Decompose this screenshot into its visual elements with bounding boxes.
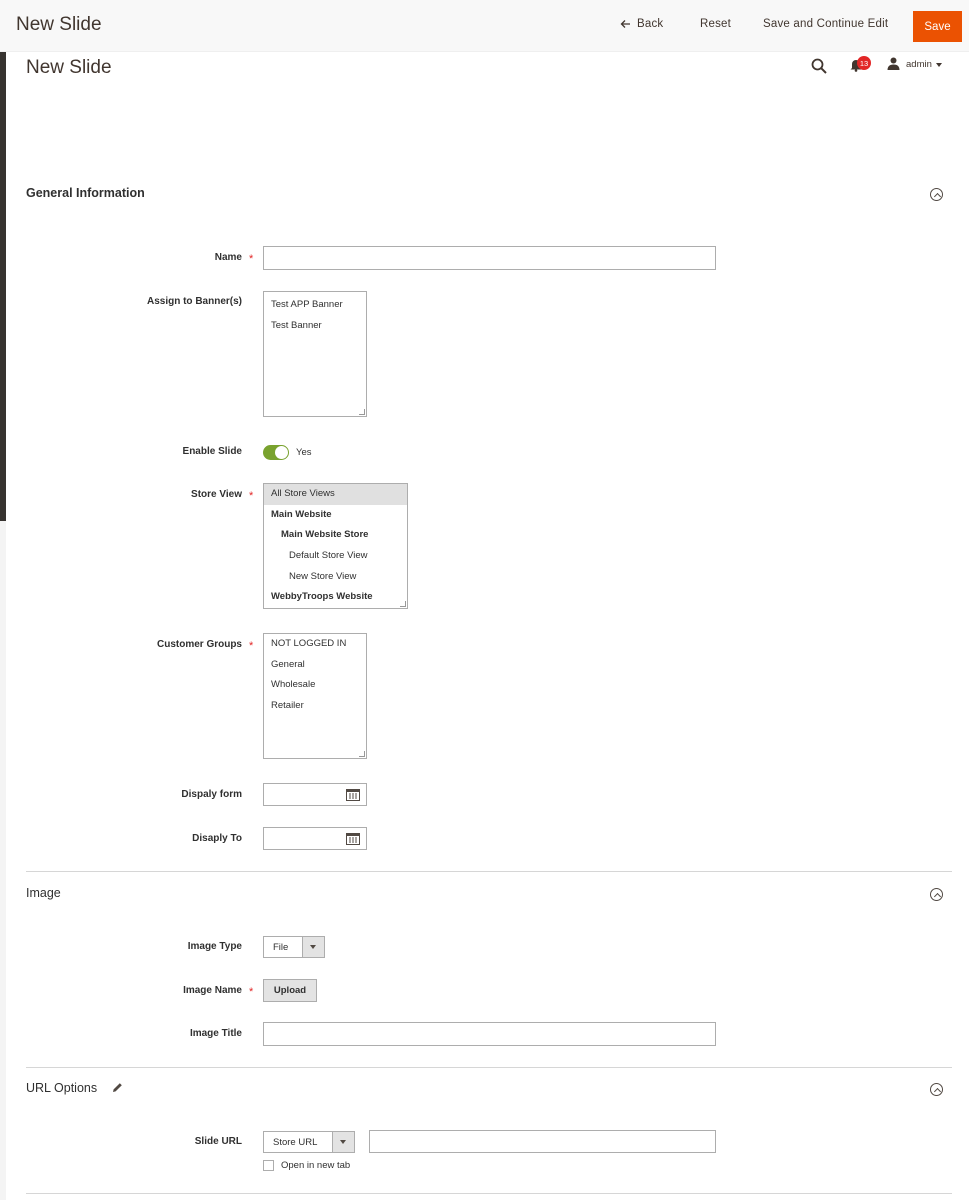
open-new-tab-checkbox[interactable] [263, 1160, 274, 1171]
section-divider [26, 871, 952, 872]
section-divider [26, 1067, 952, 1068]
calendar-icon[interactable] [346, 788, 360, 801]
slide-url-label: Slide URL [194, 1136, 242, 1147]
chevron-down-icon [936, 63, 942, 67]
image-title-label: Image Title [189, 1028, 242, 1039]
name-label: Name [214, 252, 242, 263]
store-view-option[interactable]: Default Store View [264, 546, 407, 567]
display-from-input[interactable] [263, 783, 367, 806]
section-divider [26, 1193, 952, 1194]
arrow-left-icon [620, 20, 630, 28]
save-and-continue-button[interactable]: Save and Continue Edit [763, 18, 888, 30]
banner-option[interactable]: Test Banner [264, 316, 366, 337]
search-icon[interactable] [810, 57, 828, 75]
enable-slide-toggle[interactable] [263, 445, 289, 460]
url-type-select[interactable]: Store URL [263, 1131, 355, 1153]
customer-groups-multiselect[interactable]: NOT LOGGED IN General Wholesale Retailer [263, 633, 367, 759]
image-type-label: Image Type [187, 941, 242, 952]
save-button[interactable]: Save [913, 11, 962, 42]
left-admin-strip [0, 0, 6, 521]
slide-url-input[interactable] [369, 1130, 716, 1153]
customer-group-option[interactable]: Retailer [264, 696, 366, 717]
required-marker: * [249, 490, 254, 502]
store-view-option[interactable]: Main Website Store [264, 525, 407, 546]
banners-label: Assign to Banner(s) [146, 296, 242, 307]
banners-multiselect[interactable]: Test APP Banner Test Banner [263, 291, 367, 417]
display-from-label: Dispaly form [181, 789, 242, 800]
general-information-title[interactable]: General Information [26, 186, 145, 200]
store-view-option[interactable]: New Store View [264, 567, 407, 588]
user-menu[interactable]: admin [906, 59, 932, 70]
left-strip-light [0, 521, 6, 1200]
upload-button[interactable]: Upload [263, 979, 317, 1002]
open-new-tab-label[interactable]: Open in new tab [281, 1160, 350, 1171]
chevron-down-icon [302, 937, 324, 957]
display-to-input[interactable] [263, 827, 367, 850]
image-section-title[interactable]: Image [26, 886, 61, 900]
back-label: Back [637, 18, 664, 30]
required-marker: * [249, 640, 254, 652]
customer-group-option[interactable]: NOT LOGGED IN [264, 634, 366, 655]
notification-count-badge: 13 [857, 56, 871, 70]
display-to-label: Disaply To [192, 833, 242, 844]
banner-option[interactable]: Test APP Banner [264, 295, 366, 316]
resize-grip-icon[interactable] [400, 601, 406, 607]
required-marker: * [249, 253, 254, 265]
customer-group-option[interactable]: General [264, 655, 366, 676]
enable-slide-value: Yes [296, 447, 312, 458]
required-marker: * [249, 986, 254, 998]
user-icon[interactable] [887, 57, 900, 70]
sticky-header: New Slide Back Reset Save and Continue E… [0, 0, 969, 52]
pencil-icon[interactable] [112, 1082, 123, 1093]
customer-group-option[interactable]: Wholesale [264, 675, 366, 696]
customer-groups-label: Customer Groups [156, 639, 242, 650]
resize-grip-icon[interactable] [359, 409, 365, 415]
collapse-general-icon[interactable] [930, 188, 943, 201]
store-view-option[interactable]: WebbyTroops Website [264, 587, 407, 608]
image-name-label: Image Name [183, 985, 242, 996]
calendar-icon[interactable] [346, 832, 360, 845]
image-title-input[interactable] [263, 1022, 716, 1046]
back-button[interactable]: Back [620, 18, 663, 30]
store-view-label: Store View [191, 489, 242, 500]
store-view-option[interactable]: All Store Views [264, 484, 407, 505]
page-title: New Slide [26, 57, 112, 78]
store-view-option[interactable]: Main Website [264, 505, 407, 526]
collapse-url-options-icon[interactable] [930, 1083, 943, 1096]
resize-grip-icon[interactable] [359, 751, 365, 757]
enable-slide-label: Enable Slide [182, 446, 242, 457]
collapse-image-icon[interactable] [930, 888, 943, 901]
name-input[interactable] [263, 246, 716, 270]
reset-button[interactable]: Reset [700, 18, 731, 30]
url-options-title[interactable]: URL Options [26, 1081, 97, 1095]
sticky-title: New Slide [16, 14, 102, 35]
store-view-multiselect[interactable]: All Store Views Main Website Main Websit… [263, 483, 408, 609]
url-type-value: Store URL [273, 1137, 318, 1148]
image-type-value: File [273, 942, 289, 953]
chevron-down-icon [332, 1132, 354, 1152]
image-type-select[interactable]: File [263, 936, 325, 958]
